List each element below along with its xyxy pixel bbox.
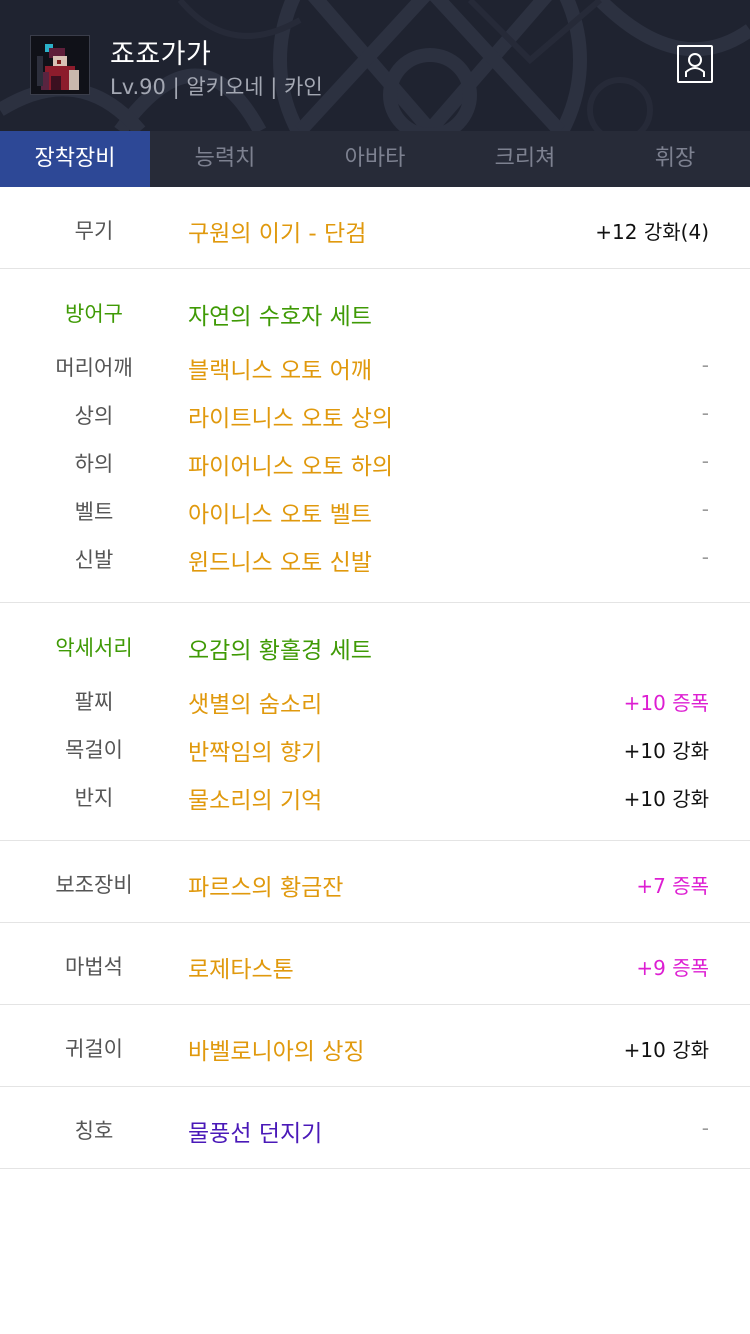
slot-label: 목걸이: [65, 738, 123, 762]
slot-label: 하의: [74, 452, 114, 476]
equipment-row: 신발 윈드니스 오토 신발 -: [0, 533, 750, 581]
weapon-section: 무기 구원의 이기 - 단검 +12 강화(4): [0, 187, 750, 269]
armor-section: 방어구 자연의 수호자 세트 머리어깨 블랙니스 오토 어깨 - 상의 라이트니…: [0, 269, 750, 603]
item-enhancement: -: [701, 497, 709, 521]
equipment-row-earring: 귀걸이 바벨로니아의 상징 +10 강화: [0, 1022, 750, 1070]
item-enhancement: +10 강화: [623, 739, 709, 763]
item-enhancement: -: [701, 401, 709, 425]
equipment-row: 반지 물소리의 기억 +10 강화: [0, 771, 750, 819]
slot-label: 마법석: [65, 955, 123, 979]
item-name[interactable]: 바벨로니아의 상징: [188, 1032, 365, 1066]
item-name[interactable]: 물풍선 던지기: [188, 1114, 322, 1148]
magic-stone-section: 마법석 로제타스톤 +9 증폭: [0, 923, 750, 1005]
item-name[interactable]: 반짝임의 향기: [188, 733, 322, 767]
equipment-row-title: 칭호 물풍선 던지기 -: [0, 1104, 750, 1152]
character-header: 죠죠가가 Lv.90 | 알키오네 | 카인: [0, 0, 750, 131]
slot-label: 귀걸이: [65, 1037, 123, 1061]
item-name[interactable]: 파르스의 황금잔: [188, 868, 343, 902]
equipment-row: 하의 파이어니스 오토 하의 -: [0, 437, 750, 485]
item-name[interactable]: 파이어니스 오토 하의: [188, 447, 393, 481]
item-enhancement: +12 강화(4): [595, 220, 709, 244]
slot-label: 신발: [74, 548, 114, 572]
slot-label: 머리어깨: [55, 356, 133, 380]
category-label: 악세서리: [55, 636, 133, 660]
user-profile-icon: [685, 53, 705, 77]
item-name[interactable]: 구원의 이기 - 단검: [188, 214, 366, 248]
item-enhancement: +7 증폭: [636, 874, 709, 898]
set-header-row: 방어구 자연의 수호자 세트: [0, 287, 750, 335]
item-name[interactable]: 물소리의 기억: [188, 781, 322, 815]
accessory-section: 악세서리 오감의 황홀경 세트 팔찌 샛별의 숨소리 +10 증폭 목걸이 반짝…: [0, 603, 750, 841]
item-enhancement: +10 강화: [623, 1038, 709, 1062]
tab-stats[interactable]: 능력치: [150, 131, 300, 187]
slot-label: 벨트: [74, 500, 114, 524]
equipment-row-support: 보조장비 파르스의 황금잔 +7 증폭: [0, 858, 750, 906]
title-section: 칭호 물풍선 던지기 -: [0, 1087, 750, 1169]
item-name[interactable]: 라이트니스 오토 상의: [188, 399, 393, 433]
slot-label: 무기: [74, 219, 114, 243]
item-enhancement: +9 증폭: [636, 956, 709, 980]
item-enhancement: -: [701, 1116, 709, 1140]
tab-equipment[interactable]: 장착장비: [0, 131, 150, 187]
item-enhancement: -: [701, 353, 709, 377]
equipment-row: 벨트 아이니스 오토 벨트 -: [0, 485, 750, 533]
slot-label: 팔찌: [74, 690, 114, 714]
equipment-row: 머리어깨 블랙니스 오토 어깨 -: [0, 341, 750, 389]
character-avatar: [30, 35, 90, 95]
slot-label: 반지: [74, 786, 114, 810]
profile-button[interactable]: [677, 45, 713, 83]
item-name[interactable]: 로제타스톤: [188, 950, 294, 984]
item-name[interactable]: 블랙니스 오토 어깨: [188, 351, 372, 385]
category-label: 방어구: [65, 302, 123, 326]
character-info: Lv.90 | 알키오네 | 카인: [110, 75, 323, 99]
item-name[interactable]: 아이니스 오토 벨트: [188, 495, 372, 529]
slot-label: 보조장비: [55, 873, 133, 897]
slot-label: 상의: [74, 404, 114, 428]
support-section: 보조장비 파르스의 황금잔 +7 증폭: [0, 841, 750, 923]
equipment-row: 목걸이 반짝임의 향기 +10 강화: [0, 723, 750, 771]
item-enhancement: +10 강화: [623, 787, 709, 811]
slot-label: 칭호: [74, 1119, 114, 1143]
item-name[interactable]: 윈드니스 오토 신발: [188, 543, 372, 577]
tab-avatar[interactable]: 아바타: [300, 131, 450, 187]
set-name[interactable]: 오감의 황홀경 세트: [188, 631, 372, 665]
item-name[interactable]: 샛별의 숨소리: [188, 685, 322, 719]
earring-section: 귀걸이 바벨로니아의 상징 +10 강화: [0, 1005, 750, 1087]
character-name: 죠죠가가: [110, 39, 212, 70]
tab-creature[interactable]: 크리쳐: [450, 131, 600, 187]
equipment-row: 팔찌 샛별의 숨소리 +10 증폭: [0, 675, 750, 723]
tab-bar: 장착장비 능력치 아바타 크리쳐 휘장: [0, 131, 750, 187]
item-enhancement: +10 증폭: [623, 691, 709, 715]
item-enhancement: -: [701, 545, 709, 569]
item-enhancement: -: [701, 449, 709, 473]
tab-insignia[interactable]: 휘장: [600, 131, 750, 187]
equipment-row-weapon: 무기 구원의 이기 - 단검 +12 강화(4): [0, 204, 750, 252]
set-header-row: 악세서리 오감의 황홀경 세트: [0, 621, 750, 669]
equipment-row: 상의 라이트니스 오토 상의 -: [0, 389, 750, 437]
equipment-row-magic-stone: 마법석 로제타스톤 +9 증폭: [0, 940, 750, 988]
set-name[interactable]: 자연의 수호자 세트: [188, 297, 372, 331]
